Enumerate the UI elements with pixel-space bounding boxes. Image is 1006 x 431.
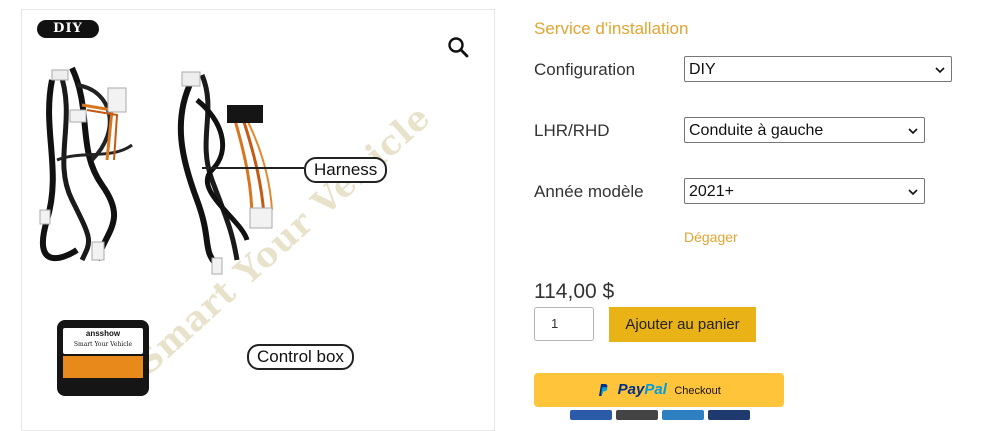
control-box-illustration: ansshow Smart Your Vehicle: [57, 320, 149, 396]
control-box-brand: ansshow: [85, 329, 121, 338]
product-image-gallery: DIY Smart Your Vehicle Harness Control b…: [21, 9, 495, 431]
paypal-pay-text: Pay: [617, 381, 645, 398]
clear-selection-link[interactable]: Dégager: [684, 229, 738, 245]
paypal-logo-icon: [599, 383, 608, 396]
add-to-cart-button[interactable]: Ajouter au panier: [609, 307, 756, 342]
harness-callout: Harness: [304, 157, 388, 183]
chevron-down-icon: [935, 67, 945, 74]
control-box-sticker: [63, 356, 143, 378]
chevron-down-icon: [908, 189, 918, 196]
model-year-select[interactable]: 2021+: [684, 178, 925, 204]
product-options-panel: Service d'installation Configuration DIY…: [534, 0, 1006, 420]
card-icon: [662, 410, 704, 420]
control-box-brand-label: ansshow Smart Your Vehicle: [63, 328, 143, 354]
card-icon: [708, 410, 750, 420]
lhr-rhd-select[interactable]: Conduite à gauche: [684, 117, 925, 143]
quantity-input[interactable]: 1: [534, 307, 594, 341]
control-box-callout: Control box: [247, 344, 354, 370]
configuration-select[interactable]: DIY: [684, 56, 952, 82]
paypal-pal-text: Pal: [644, 381, 667, 398]
card-icon: [570, 410, 612, 420]
card-icon: [616, 410, 658, 420]
model-year-label: Année modèle: [534, 182, 644, 201]
harness-illustration: [39, 66, 304, 275]
lhr-rhd-label: LHR/RHD: [534, 121, 610, 140]
chevron-down-icon: [908, 128, 918, 135]
lhr-rhd-value: Conduite à gauche: [689, 122, 824, 139]
paypal-checkout-button[interactable]: PayPal Checkout: [534, 373, 784, 407]
model-year-value: 2021+: [689, 183, 734, 200]
product-price: 114,00 $: [534, 280, 615, 303]
configuration-value: DIY: [689, 61, 716, 78]
control-box-tagline: Smart Your Vehicle: [73, 341, 133, 348]
paypal-checkout-text: Checkout: [674, 385, 721, 397]
configuration-label: Configuration: [534, 60, 636, 79]
installation-service-label: Service d'installation: [534, 19, 689, 38]
